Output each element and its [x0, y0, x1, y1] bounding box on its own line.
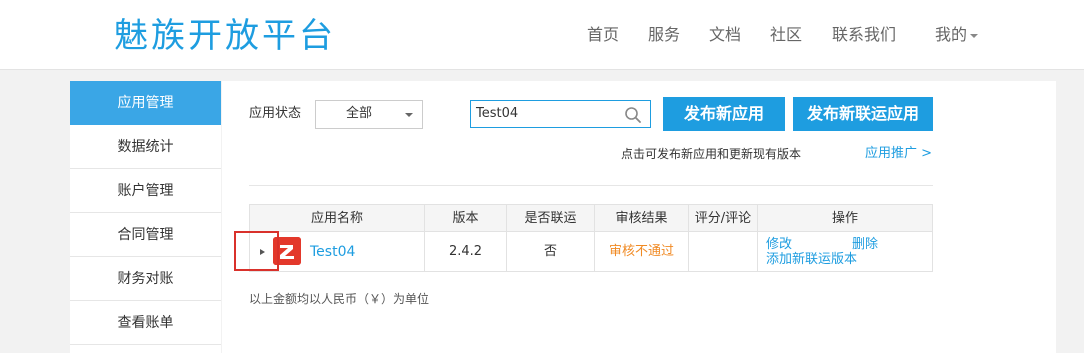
- cell-review-result: 审核不通过: [595, 232, 689, 271]
- search-input[interactable]: Test04: [470, 100, 651, 128]
- currency-footnote: 以上金额均以人民币（￥）为单位: [249, 292, 430, 306]
- sidebar: 应用管理 数据统计 账户管理 合同管理 财务对账 查看账单: [70, 81, 221, 353]
- delete-link[interactable]: 删除: [852, 237, 878, 252]
- nav-mine[interactable]: 我的: [935, 24, 979, 46]
- sidebar-item-contracts[interactable]: 合同管理: [70, 213, 221, 257]
- cell-rating: [689, 232, 758, 271]
- nav-docs[interactable]: 文档: [709, 24, 741, 46]
- cell-actions: 修改 删除 添加新联运版本: [758, 232, 932, 271]
- divider: [249, 185, 933, 186]
- sidebar-item-bills[interactable]: 查看账单: [70, 301, 221, 345]
- site-logo[interactable]: 魅族开放平台: [114, 15, 336, 57]
- col-header-rating: 评分/评论: [689, 205, 758, 232]
- cell-version: 2.4.2: [425, 232, 507, 271]
- status-select[interactable]: 全部: [315, 100, 423, 129]
- publish-app-button[interactable]: 发布新应用: [663, 97, 785, 131]
- chevron-down-icon: [405, 113, 413, 117]
- nav-home[interactable]: 首页: [587, 24, 619, 46]
- nav-community[interactable]: 社区: [770, 24, 802, 46]
- app-name-link[interactable]: Test04: [310, 242, 355, 262]
- search-icon[interactable]: [624, 106, 642, 124]
- publish-joint-app-button[interactable]: 发布新联运应用: [793, 97, 933, 131]
- col-header-joint: 是否联运: [507, 205, 595, 232]
- chevron-down-icon: [970, 33, 979, 38]
- main-panel: 应用状态 全部 Test04 发布新应用 发布新联运应用 点击可发布新应用和更新…: [222, 81, 1056, 353]
- col-header-version: 版本: [425, 205, 507, 232]
- app-promotion-link[interactable]: 应用推广 >: [865, 146, 932, 162]
- sidebar-item-account[interactable]: 账户管理: [70, 169, 221, 213]
- sidebar-item-data-stats[interactable]: 数据统计: [70, 125, 221, 169]
- sidebar-item-reconciliation[interactable]: 财务对账: [70, 257, 221, 301]
- nav-services[interactable]: 服务: [648, 24, 680, 46]
- nav-contact[interactable]: 联系我们: [832, 24, 896, 46]
- app-table: 应用名称 版本 是否联运 审核结果 评分/评论 操作 Test04 2.4.2 …: [249, 204, 933, 272]
- col-header-actions: 操作: [758, 205, 932, 232]
- publish-hint: 点击可发布新应用和更新现有版本: [621, 147, 802, 161]
- top-header: 魅族开放平台 首页 服务 文档 社区 联系我们 我的: [0, 0, 1084, 70]
- add-joint-version-link[interactable]: 添加新联运版本: [766, 252, 857, 267]
- nav-mine-label: 我的: [935, 25, 968, 44]
- cell-joint: 否: [507, 232, 595, 271]
- status-select-value: 全部: [345, 106, 372, 121]
- status-label: 应用状态: [249, 106, 302, 121]
- col-header-app-name: 应用名称: [250, 205, 425, 232]
- highlight-box: [234, 231, 279, 271]
- edit-link[interactable]: 修改: [766, 237, 792, 252]
- col-header-review: 审核结果: [595, 205, 689, 232]
- search-input-value: Test04: [476, 106, 519, 121]
- sidebar-item-app-management[interactable]: 应用管理: [70, 81, 221, 125]
